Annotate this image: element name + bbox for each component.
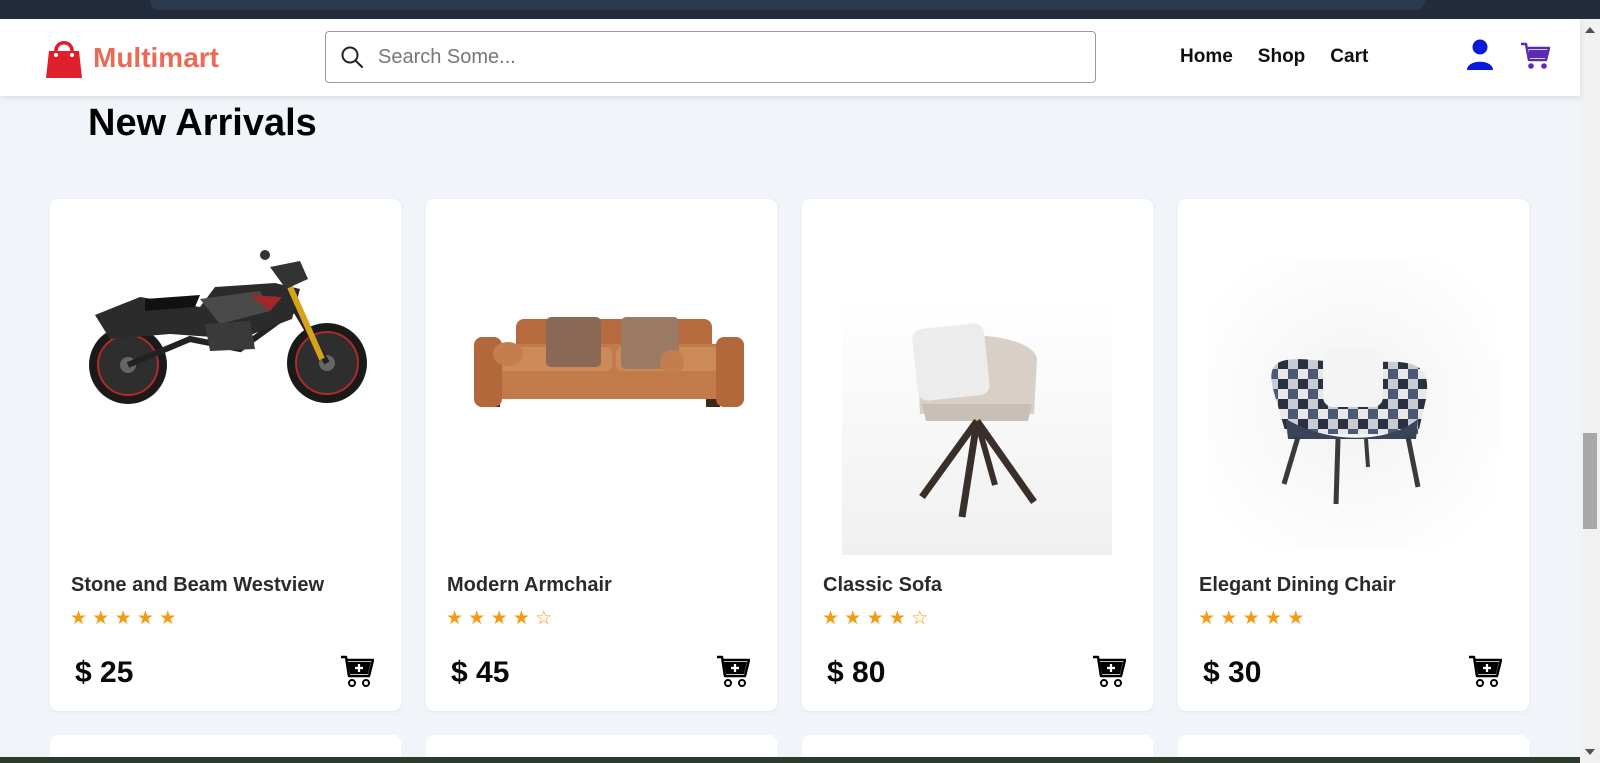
cart-icon[interactable] bbox=[1520, 41, 1550, 71]
search-icon bbox=[341, 46, 363, 68]
product-price: $ 25 bbox=[75, 656, 134, 689]
product-card[interactable]: Modern Armchair ★ ★ ★ ★ ☆ $ 45 bbox=[426, 199, 777, 711]
armchair-image[interactable] bbox=[802, 199, 1153, 555]
rating-stars: ★ ★ ★ ★ ★ bbox=[1198, 608, 1305, 629]
product-name[interactable]: Elegant Dining Chair bbox=[1199, 574, 1396, 597]
patterned-chair-image[interactable] bbox=[1178, 199, 1529, 555]
product-card[interactable]: Classic Sofa ★ ★ ★ ★ ☆ $ 80 bbox=[802, 199, 1153, 711]
browser-top-bar bbox=[0, 0, 1600, 19]
product-price: $ 30 bbox=[1203, 656, 1262, 689]
brand-logo[interactable]: Multimart bbox=[45, 37, 219, 78]
product-card[interactable]: Stone and Beam Westview ★ ★ ★ ★ ★ $ 25 bbox=[50, 199, 401, 711]
brand-name: Multimart bbox=[93, 41, 219, 73]
add-to-cart-icon[interactable] bbox=[1468, 654, 1502, 688]
rating-stars: ★ ★ ★ ★ ☆ bbox=[446, 608, 553, 629]
page-scrollbar[interactable] bbox=[1580, 19, 1600, 763]
taskbar-strip bbox=[0, 757, 1580, 763]
navbar: Multimart Home Shop Cart bbox=[0, 19, 1580, 96]
motorcycle-image[interactable] bbox=[50, 199, 401, 555]
nav-cart-link[interactable]: Cart bbox=[1330, 46, 1368, 68]
add-to-cart-icon[interactable] bbox=[340, 654, 374, 688]
search-input[interactable] bbox=[378, 45, 1058, 69]
scroll-up-arrow-icon[interactable] bbox=[1585, 27, 1595, 33]
product-name[interactable]: Stone and Beam Westview bbox=[71, 574, 324, 597]
product-grid: Stone and Beam Westview ★ ★ ★ ★ ★ $ 25 M… bbox=[50, 199, 1530, 711]
user-icon[interactable] bbox=[1466, 39, 1494, 71]
section-title: New Arrivals bbox=[88, 102, 317, 144]
product-price: $ 80 bbox=[827, 656, 886, 689]
sofa-image[interactable] bbox=[426, 199, 777, 555]
nav-home-link[interactable]: Home bbox=[1180, 46, 1233, 68]
search-bar bbox=[325, 31, 1096, 83]
product-card[interactable]: Elegant Dining Chair ★ ★ ★ ★ ★ $ 30 bbox=[1178, 199, 1529, 711]
rating-stars: ★ ★ ★ ★ ☆ bbox=[822, 608, 929, 629]
product-name[interactable]: Modern Armchair bbox=[447, 574, 612, 597]
scroll-thumb[interactable] bbox=[1583, 433, 1597, 529]
product-name[interactable]: Classic Sofa bbox=[823, 574, 942, 597]
add-to-cart-icon[interactable] bbox=[716, 654, 750, 688]
shopping-bag-icon bbox=[46, 41, 82, 78]
nav-links: Home Shop Cart bbox=[1180, 46, 1368, 68]
nav-shop-link[interactable]: Shop bbox=[1258, 46, 1306, 68]
product-price: $ 45 bbox=[451, 656, 510, 689]
rating-stars: ★ ★ ★ ★ ★ bbox=[70, 608, 177, 629]
scroll-down-arrow-icon[interactable] bbox=[1585, 749, 1595, 755]
browser-address-bar[interactable] bbox=[150, 0, 1425, 10]
add-to-cart-icon[interactable] bbox=[1092, 654, 1126, 688]
